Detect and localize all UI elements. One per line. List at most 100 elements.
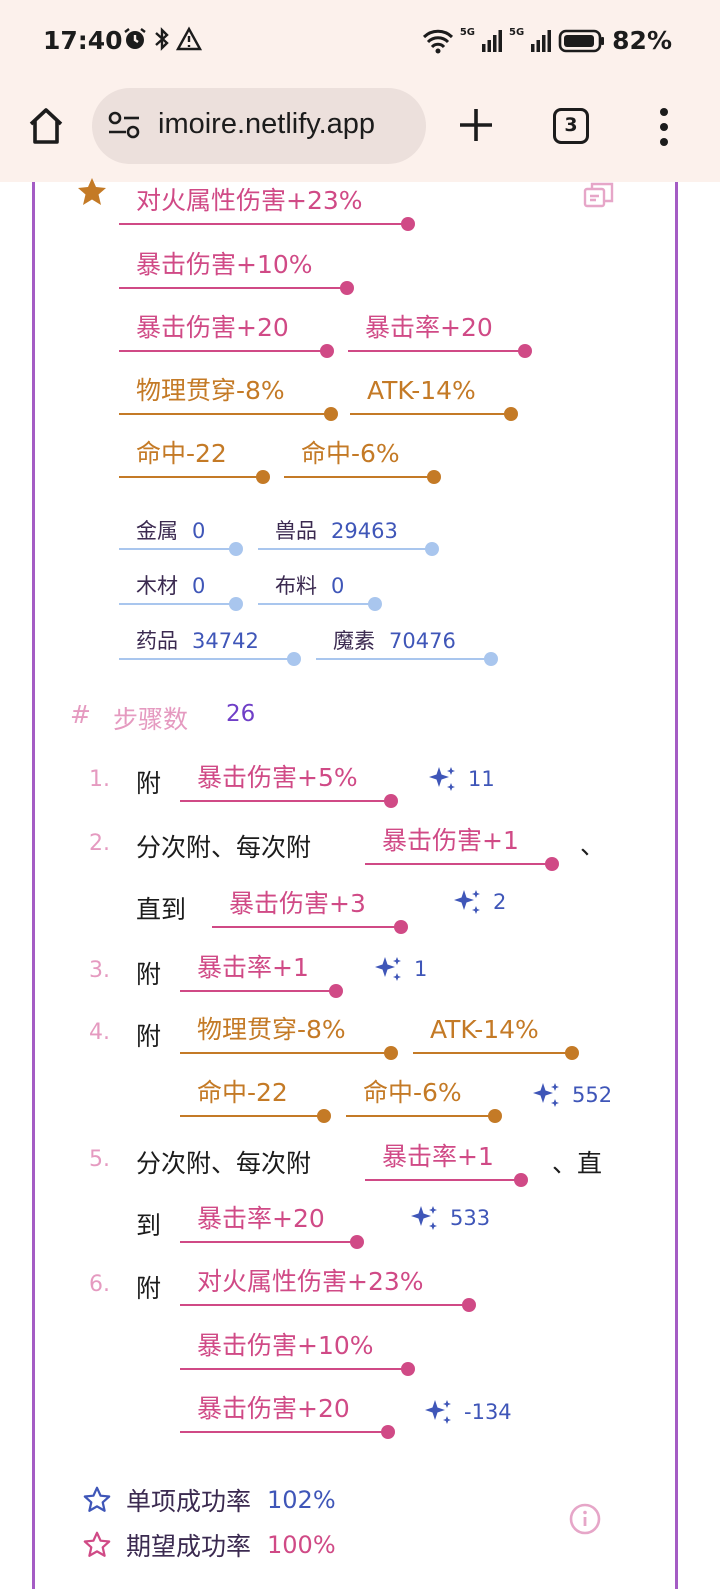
result-effect-chip[interactable]: 命中-6% xyxy=(284,434,441,484)
result-effect-chip[interactable]: 暴击伤害+20 xyxy=(119,308,334,358)
step-effect-chip[interactable]: 暴击伤害+20 xyxy=(180,1389,395,1439)
step-cost: 2 xyxy=(453,887,506,917)
step-effect-chip[interactable]: 物理贯穿-8% xyxy=(180,1010,398,1060)
star-outline-icon xyxy=(83,1531,111,1557)
material-name: 木材 xyxy=(136,574,178,598)
rate-label: 期望成功率 xyxy=(126,1532,252,1561)
material-value: 70476 xyxy=(389,629,456,653)
step-effect-chip[interactable]: 暴击伤害+10% xyxy=(180,1326,415,1376)
step-cost: 1 xyxy=(374,954,427,984)
material-chip: 魔素 70476 xyxy=(316,622,498,666)
steps-label: 步骤数 xyxy=(113,705,189,734)
step-number: 5. xyxy=(89,1147,110,1172)
signal-icon-2 xyxy=(531,29,552,52)
step-cost-value: 11 xyxy=(468,767,495,791)
result-effect-chip[interactable]: 物理贯穿-8% xyxy=(119,371,338,421)
wifi-icon xyxy=(422,29,453,53)
step-cost: 11 xyxy=(428,764,495,794)
star-outline-icon xyxy=(83,1486,111,1512)
step-effect-chip[interactable]: 命中-22 xyxy=(180,1073,331,1123)
result-effect-chip[interactable]: ATK-14% xyxy=(350,371,518,421)
site-settings-icon[interactable] xyxy=(107,110,141,140)
result-effect-chip[interactable]: 暴击率+20 xyxy=(348,308,532,358)
sparkle-icon xyxy=(429,767,455,791)
signal-icon xyxy=(481,29,502,52)
expected-success-rate: 期望成功率 100% xyxy=(82,1527,336,1563)
sparkle-icon xyxy=(375,957,401,981)
material-value: 0 xyxy=(331,574,345,598)
star-icon xyxy=(78,178,106,205)
step-effect-chip[interactable]: ATK-14% xyxy=(413,1010,579,1060)
menu-icon[interactable] xyxy=(658,107,670,147)
step-number: 3. xyxy=(89,958,110,983)
step-cost: -134 xyxy=(424,1397,512,1427)
step-cost: 533 xyxy=(410,1203,490,1233)
step-number: 6. xyxy=(89,1272,110,1297)
step-effect-chip[interactable]: 对火属性伤害+23% xyxy=(180,1262,476,1312)
step-text: 附 xyxy=(136,1022,162,1051)
step-cost-value: 2 xyxy=(493,890,507,914)
material-name: 金属 xyxy=(136,519,178,543)
tab-switcher-button[interactable]: 3 xyxy=(553,108,589,144)
step-cost-value: -134 xyxy=(464,1400,512,1424)
result-effect-chip[interactable]: 对火属性伤害+23% xyxy=(119,181,415,231)
step-separator: 、直 xyxy=(552,1149,603,1178)
home-icon[interactable] xyxy=(28,106,64,146)
steps-count: 26 xyxy=(226,701,256,727)
step-effect-chip[interactable]: 暴击率+20 xyxy=(180,1199,364,1249)
material-name: 兽品 xyxy=(275,519,317,543)
step-cost-value: 533 xyxy=(450,1206,491,1230)
step-number: 2. xyxy=(89,831,110,856)
sparkle-icon xyxy=(454,890,480,914)
step-cost-value: 552 xyxy=(572,1083,613,1107)
material-value: 0 xyxy=(192,574,206,598)
copy-icon[interactable] xyxy=(582,180,616,210)
status-time: 17:40 xyxy=(43,26,123,55)
result-effect-chip[interactable]: 暴击伤害+10% xyxy=(119,245,354,295)
url-text[interactable]: imoire.netlify.app xyxy=(158,108,375,141)
material-chip: 兽品 29463 xyxy=(258,512,439,556)
material-name: 魔素 xyxy=(333,629,375,653)
step-text: 附 xyxy=(136,769,162,798)
rate-value: 102% xyxy=(267,1486,336,1514)
step-text: 分次附、每次附 xyxy=(136,833,312,862)
material-chip: 布料 0 xyxy=(258,567,382,611)
step-effect-chip[interactable]: 暴击伤害+3 xyxy=(212,884,408,934)
alarm-icon xyxy=(124,28,146,49)
status-right: 5G 5G 82% xyxy=(422,26,672,55)
step-effect-chip[interactable]: 暴击率+1 xyxy=(365,1137,528,1187)
step-number: 4. xyxy=(89,1020,110,1045)
material-name: 药品 xyxy=(136,629,178,653)
info-icon[interactable] xyxy=(568,1502,602,1536)
result-effect-chip[interactable]: 命中-22 xyxy=(119,434,270,484)
step-cost: 552 xyxy=(532,1080,612,1110)
step-number: 1. xyxy=(89,767,110,792)
bluetooth-icon xyxy=(155,27,169,51)
step-effect-chip[interactable]: 命中-6% xyxy=(346,1073,502,1123)
rate-label: 单项成功率 xyxy=(126,1487,252,1516)
battery-percent: 82% xyxy=(612,26,672,55)
step-separator: 、 xyxy=(580,831,606,860)
hash-icon: # xyxy=(70,700,91,729)
new-tab-icon[interactable] xyxy=(456,105,496,145)
network-type-2: 5G xyxy=(508,27,525,38)
rate-value: 100% xyxy=(267,1531,336,1559)
step-text: 附 xyxy=(136,1274,162,1303)
material-chip: 金属 0 xyxy=(119,512,243,556)
material-chip: 木材 0 xyxy=(119,567,243,611)
step-effect-chip[interactable]: 暴击伤害+1 xyxy=(365,821,559,871)
step-text: 分次附、每次附 xyxy=(136,1149,312,1178)
step-cost-value: 1 xyxy=(414,957,428,981)
network-type-1: 5G xyxy=(459,27,475,38)
step-effect-chip[interactable]: 暴击率+1 xyxy=(180,948,343,998)
battery-icon xyxy=(558,29,605,52)
single-success-rate: 单项成功率 102% xyxy=(82,1482,336,1518)
step-text: 直到 xyxy=(136,895,187,924)
material-value: 0 xyxy=(192,519,206,543)
warning-icon xyxy=(176,26,202,51)
sparkle-icon xyxy=(411,1206,437,1230)
step-text: 到 xyxy=(136,1211,162,1240)
material-value: 29463 xyxy=(331,519,398,543)
step-effect-chip[interactable]: 暴击伤害+5% xyxy=(180,758,398,808)
material-value: 34742 xyxy=(192,629,259,653)
